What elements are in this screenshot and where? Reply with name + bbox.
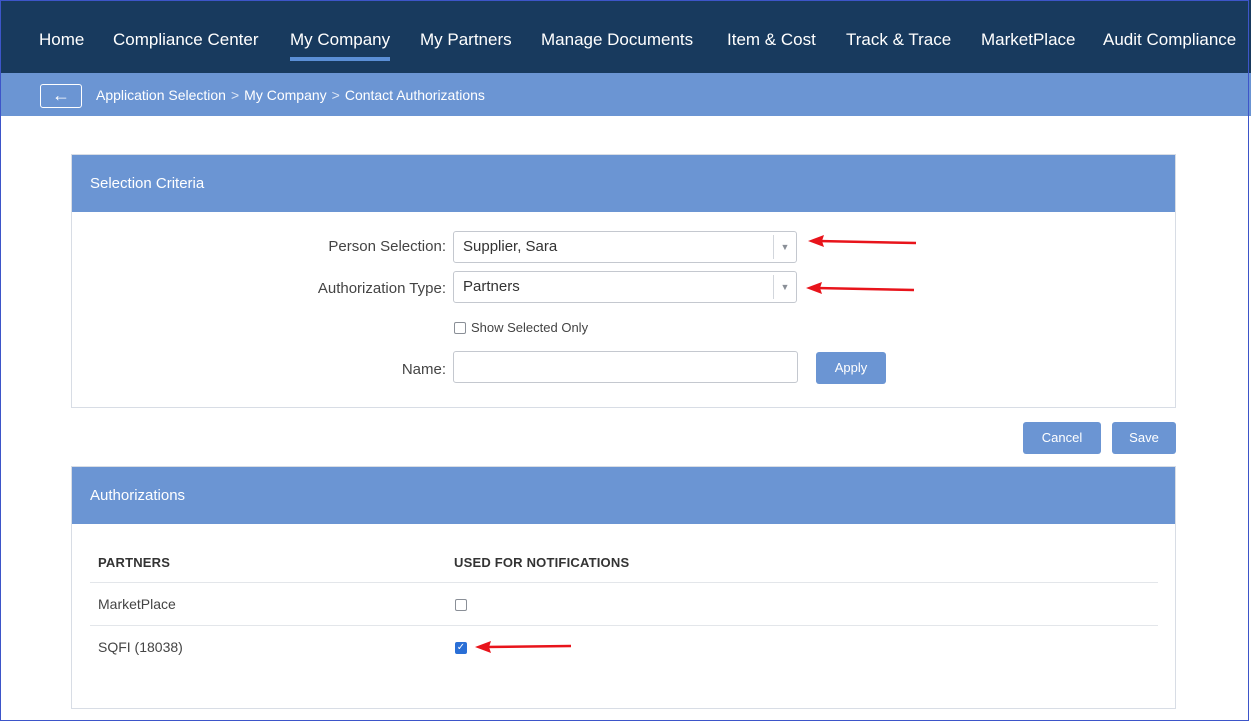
notification-checkbox-marketplace[interactable] bbox=[455, 599, 467, 611]
table-divider bbox=[90, 582, 1158, 583]
authorizations-title: Authorizations bbox=[72, 467, 1175, 524]
authorization-type-dropdown[interactable]: Partners ▼ bbox=[453, 271, 797, 303]
breadcrumb-application-selection[interactable]: Application Selection bbox=[96, 87, 226, 103]
caret-down-icon: ▼ bbox=[773, 235, 796, 259]
nav-item-my-company[interactable]: My Company bbox=[290, 0, 391, 73]
selection-criteria-title: Selection Criteria bbox=[72, 155, 1175, 212]
breadcrumb-separator: > bbox=[230, 87, 240, 103]
nav-item-audit-compliance[interactable]: Audit Compliance bbox=[1103, 0, 1236, 73]
authorization-type-label: Authorization Type: bbox=[317, 280, 446, 297]
checkmark-icon: ✓ bbox=[456, 642, 466, 653]
show-selected-only-label: Show Selected Only bbox=[471, 320, 589, 335]
red-arrow-icon bbox=[808, 235, 917, 247]
apply-button[interactable]: Apply bbox=[816, 352, 886, 384]
nav-item-manage-documents[interactable]: Manage Documents bbox=[541, 0, 693, 73]
red-arrow-icon bbox=[806, 282, 915, 294]
authorizations-panel: Authorizations bbox=[71, 466, 1176, 709]
breadcrumb-separator: > bbox=[331, 87, 340, 103]
notification-checkbox-sqfi[interactable]: ✓ bbox=[455, 642, 467, 654]
nav-item-track-trace[interactable]: Track & Trace bbox=[846, 0, 951, 73]
top-navigation: Home Compliance Center My Company My Par… bbox=[0, 0, 1251, 73]
table-row-partner-name: MarketPlace bbox=[98, 596, 176, 612]
nav-item-home[interactable]: Home bbox=[39, 0, 84, 73]
name-label: Name: bbox=[401, 361, 446, 378]
nav-item-item-cost[interactable]: Item & Cost bbox=[727, 0, 816, 73]
save-button[interactable]: Save bbox=[1112, 422, 1176, 454]
show-selected-only-checkbox[interactable] bbox=[454, 322, 466, 334]
column-header-partners: PARTNERS bbox=[98, 555, 171, 570]
nav-item-my-partners[interactable]: My Partners bbox=[420, 0, 512, 73]
nav-item-compliance-center[interactable]: Compliance Center bbox=[113, 0, 259, 73]
nav-item-marketplace[interactable]: MarketPlace bbox=[981, 0, 1075, 73]
table-divider bbox=[90, 625, 1158, 626]
caret-down-icon: ▼ bbox=[773, 275, 796, 299]
breadcrumb-my-company[interactable]: My Company bbox=[244, 87, 326, 103]
authorization-type-value: Partners bbox=[463, 278, 520, 295]
person-selection-value: Supplier, Sara bbox=[463, 238, 558, 255]
back-button[interactable]: ← bbox=[40, 84, 82, 108]
back-arrow-icon: ← bbox=[52, 85, 70, 105]
person-selection-label: Person Selection: bbox=[328, 238, 446, 255]
column-header-used-for-notifications: USED FOR NOTIFICATIONS bbox=[454, 555, 630, 570]
cancel-button[interactable]: Cancel bbox=[1023, 422, 1101, 454]
person-selection-dropdown[interactable]: Supplier, Sara ▼ bbox=[453, 231, 797, 263]
breadcrumb-contact-authorizations: Contact Authorizations bbox=[344, 87, 485, 103]
table-row-partner-name: SQFI (18038) bbox=[98, 639, 183, 655]
name-input[interactable] bbox=[453, 351, 798, 383]
breadcrumb: Application Selection > My Company > Contact… bbox=[96, 87, 485, 103]
red-arrow-icon bbox=[475, 641, 572, 653]
